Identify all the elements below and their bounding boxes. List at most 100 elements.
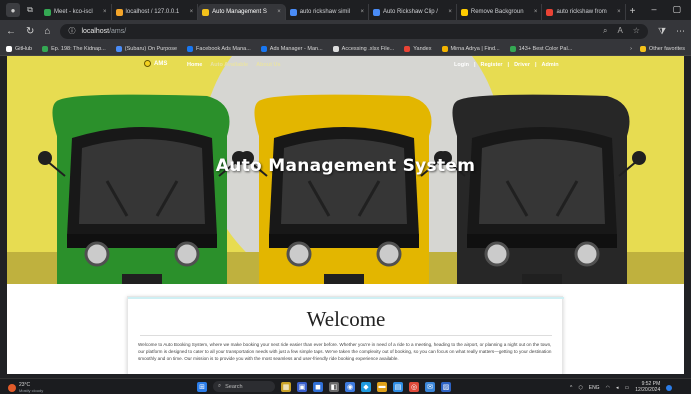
bookmark-favicon-icon xyxy=(509,45,516,52)
volume-icon[interactable]: ◂ xyxy=(616,385,619,391)
welcome-card: Welcome Welcome to Auto Booking System, … xyxy=(127,296,564,374)
tab-close-icon[interactable]: × xyxy=(187,9,194,15)
widgets-icon[interactable]: ▦ xyxy=(281,381,291,392)
minimize-icon[interactable]: – xyxy=(651,4,656,15)
start-icon[interactable]: ⊞ xyxy=(197,381,207,392)
address-bar[interactable]: ⓘ localhost/ams/ ⌕ A ☆ xyxy=(60,23,648,39)
browser-tab[interactable]: auto rickshaw simil × xyxy=(286,4,369,20)
browser-tab[interactable]: Meet - kco-iscl × xyxy=(40,4,112,20)
tab-favicon-icon xyxy=(546,8,554,16)
hero-section: AMS Home Auto Available About Us Login |… xyxy=(7,56,684,284)
bookmark-label: Yandex xyxy=(413,45,432,52)
clock[interactable]: 9:52 PM 12/20/2024 xyxy=(635,381,660,393)
weather-icon xyxy=(8,383,16,392)
bookmark-item[interactable]: Ads Manager - Man... xyxy=(260,45,323,52)
tab-actions-icon[interactable]: ⧉ xyxy=(23,3,37,17)
back-icon[interactable]: ← xyxy=(6,26,16,37)
chrome-icon[interactable]: ◎ xyxy=(409,381,419,392)
nav-register[interactable]: Register xyxy=(481,62,503,68)
browser-tab[interactable]: auto rickshaw from × xyxy=(542,4,626,20)
bookmark-item[interactable]: Mirna Adrya | Find... xyxy=(441,45,500,52)
bookmark-item[interactable]: (Subaru) On Purpose xyxy=(115,45,177,52)
taskbar-search[interactable]: ⌕ Search xyxy=(213,381,275,392)
wifi-icon[interactable]: ◠ xyxy=(606,385,610,391)
bookmark-favicon-icon xyxy=(441,45,448,52)
bookmarks-overflow-icon[interactable]: › xyxy=(630,46,632,52)
file-explorer-icon[interactable]: ▬ xyxy=(377,381,387,392)
weather-condition: Mostly cloudy xyxy=(19,388,44,393)
extensions-icon[interactable]: ⧩ xyxy=(658,26,666,37)
bookmark-favicon-icon xyxy=(187,45,194,52)
bookmark-item[interactable]: 143+ Best Color Pal... xyxy=(509,45,573,52)
more-icon[interactable]: ⋯ xyxy=(676,26,685,37)
edge-icon[interactable]: ◉ xyxy=(345,381,355,392)
tab-close-icon[interactable]: × xyxy=(274,9,281,15)
bookmark-item[interactable]: Facebook Ads Mana... xyxy=(187,45,251,52)
nav-admin[interactable]: Admin xyxy=(542,62,559,68)
brand-logo[interactable]: AMS xyxy=(144,60,167,67)
store-icon[interactable]: ▤ xyxy=(393,381,403,392)
browser-tab-strip: ● ⧉ Meet - kco-iscl × localhost / 127.0.0.… xyxy=(0,0,691,20)
tray-chevron-icon[interactable]: ^ xyxy=(570,385,572,391)
system-tray: ^ ⬡ ENG ◠ ◂ ▭ 9:52 PM 12/20/2024 xyxy=(570,381,673,393)
taskbar-apps: ⊞ ⌕ Search ▦ ▣ ◼ ◧ ◉ ◆ ▬ ▤ ◎ ✉ ▨ xyxy=(197,381,451,392)
tab-close-icon[interactable]: × xyxy=(614,9,621,15)
new-tab-button[interactable]: + xyxy=(630,6,636,17)
tab-favicon-icon xyxy=(44,8,51,16)
nav-separator: | xyxy=(473,62,476,68)
tab-favicon-icon xyxy=(115,8,123,16)
task-view-icon[interactable]: ▣ xyxy=(297,381,307,392)
profile-icon[interactable]: ● xyxy=(6,3,20,17)
browser-tab[interactable]: Auto Rickshaw Clip / × xyxy=(369,4,457,20)
bookmark-item[interactable]: Ep. 198: The Kidnap... xyxy=(42,45,106,52)
bookmark-item[interactable]: GitHub xyxy=(6,45,32,52)
language-indicator[interactable]: ENG xyxy=(589,385,600,391)
search-icon: ⌕ xyxy=(218,383,222,389)
auth-nav: Login | Register | Driver | Admin xyxy=(454,62,559,68)
bookmark-favicon-icon xyxy=(6,45,12,52)
nav-driver[interactable]: Driver xyxy=(514,62,530,68)
tab-label: auto rickshaw from xyxy=(556,9,607,15)
app-icon[interactable]: ◧ xyxy=(329,381,339,392)
bookmark-favicon-icon xyxy=(404,45,411,52)
read-aloud-icon[interactable]: A xyxy=(617,26,622,36)
chat-icon[interactable]: ◼ xyxy=(313,381,323,392)
photos-icon[interactable]: ▨ xyxy=(441,381,451,392)
card-accent xyxy=(128,297,564,299)
nav-about-us[interactable]: About Us xyxy=(256,62,280,68)
tab-close-icon[interactable]: × xyxy=(357,9,364,15)
maximize-icon[interactable]: ▢ xyxy=(672,4,681,15)
reload-icon[interactable]: ↻ xyxy=(26,26,34,37)
tab-label: Remove Backgroun xyxy=(470,9,524,15)
nav-login[interactable]: Login xyxy=(454,62,469,68)
bookmark-favicon-icon xyxy=(115,45,122,52)
nav-home[interactable]: Home xyxy=(187,62,202,68)
window-controls: – ▢ xyxy=(641,4,691,20)
notification-icon[interactable] xyxy=(666,384,673,391)
site-info-icon[interactable]: ⓘ xyxy=(68,26,75,36)
bookmark-item[interactable]: Accessing .xlsx File... xyxy=(332,45,394,52)
tab-close-icon[interactable]: × xyxy=(445,9,452,15)
vscode-icon[interactable]: ◆ xyxy=(361,381,371,392)
windows-taskbar: 23°C Mostly cloudy ⊞ ⌕ Search ▦ ▣ ◼ ◧ ◉ ◆ … xyxy=(0,378,691,394)
zoom-icon[interactable]: ⌕ xyxy=(603,26,607,36)
tray-app-icon[interactable]: ⬡ xyxy=(578,385,582,391)
tab-close-icon[interactable]: × xyxy=(100,9,107,15)
other-favorites[interactable]: Other favorites xyxy=(639,45,685,52)
favorite-star-icon[interactable]: ☆ xyxy=(633,26,640,36)
bookmark-label: 143+ Best Color Pal... xyxy=(518,45,573,52)
tab-close-icon[interactable]: × xyxy=(531,9,538,15)
weather-widget[interactable]: 23°C Mostly cloudy xyxy=(8,382,43,393)
address-path: /ams/ xyxy=(109,27,127,35)
home-icon[interactable]: ⌂ xyxy=(44,26,50,37)
battery-icon[interactable]: ▭ xyxy=(624,385,629,391)
nav-auto-available[interactable]: Auto Available xyxy=(210,62,248,68)
nav-separator: | xyxy=(534,62,537,68)
browser-tab[interactable]: Remove Backgroun × xyxy=(457,4,543,20)
browser-tab[interactable]: Auto Management S × xyxy=(198,4,286,20)
browser-tab[interactable]: localhost / 127.0.0.1 × xyxy=(112,4,199,20)
bookmark-item[interactable]: Yandex xyxy=(404,45,432,52)
tab-label: Auto Management S xyxy=(212,9,267,15)
mail-icon[interactable]: ✉ xyxy=(425,381,435,392)
tab-favicon-icon xyxy=(372,8,380,16)
